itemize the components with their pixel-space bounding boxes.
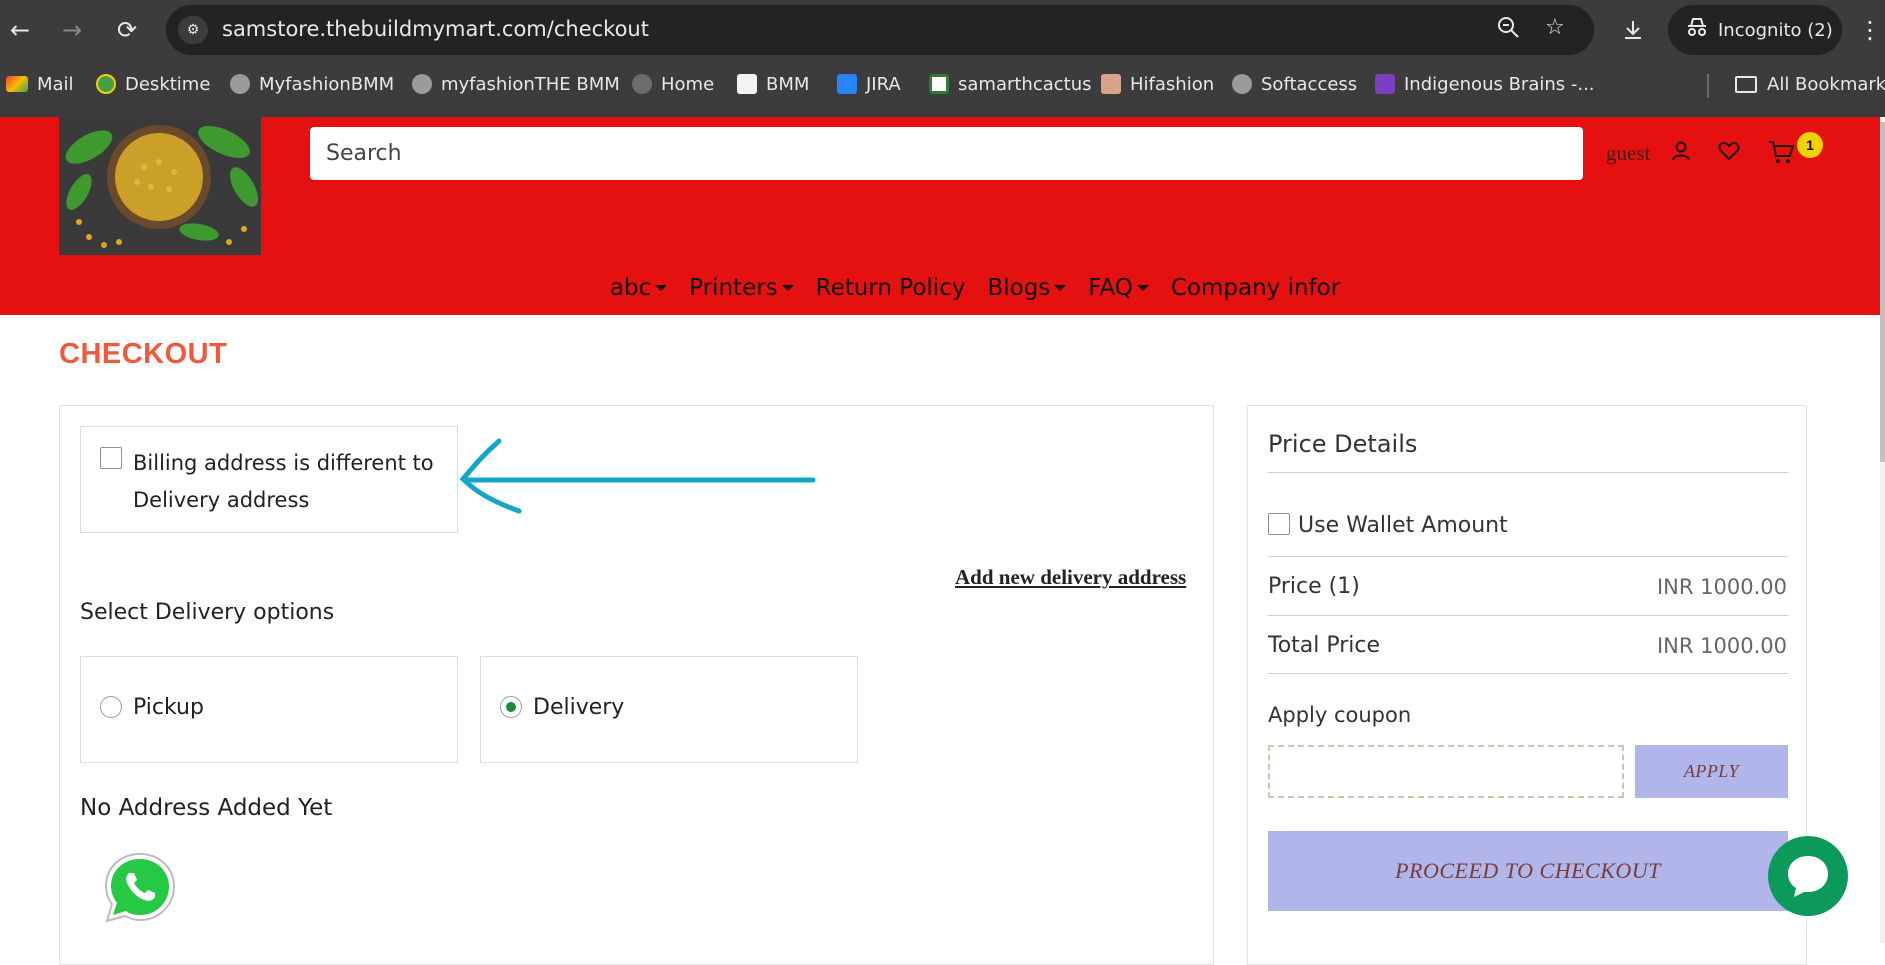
pickup-label[interactable]: Pickup <box>133 695 204 720</box>
user-icon[interactable] <box>1670 140 1692 167</box>
price-label: Price (1) <box>1268 574 1360 599</box>
bookmark-home[interactable]: Home <box>632 72 714 96</box>
bookmark-desktime[interactable]: Desktime <box>96 72 210 96</box>
jira-icon <box>837 74 857 94</box>
wishlist-heart-icon[interactable] <box>1718 140 1740 167</box>
globe-icon <box>1232 74 1252 94</box>
coupon-input[interactable] <box>1270 747 1622 796</box>
cart-icon[interactable] <box>1768 140 1796 169</box>
total-price-value: INR 1000.00 <box>1656 634 1787 658</box>
delivery-options-heading: Select Delivery options <box>80 600 335 625</box>
desktime-icon <box>96 74 116 94</box>
url-text[interactable]: samstore.thebuildmymart.com/checkout <box>222 17 649 41</box>
nav-blogs[interactable]: Blogs <box>987 270 1067 306</box>
back-icon[interactable]: ← <box>3 13 37 47</box>
billing-different-label[interactable]: Billing address is different to Delivery… <box>133 445 443 519</box>
cart-count-badge: 1 <box>1797 132 1823 158</box>
site-info-icon[interactable]: ⚙ <box>178 16 208 44</box>
caret-down-icon <box>1136 285 1149 291</box>
address-bar[interactable]: ⚙ samstore.thebuildmymart.com/checkout ☆ <box>166 5 1594 55</box>
caret-down-icon <box>655 285 668 291</box>
bookmark-bmm[interactable]: BMM <box>737 72 809 96</box>
delivery-label[interactable]: Delivery <box>533 695 624 720</box>
no-address-message: No Address Added Yet <box>80 795 333 821</box>
annotation-arrow-icon <box>459 438 816 514</box>
globe-icon <box>632 74 652 94</box>
nav-printers[interactable]: Printers <box>689 270 794 306</box>
whatsapp-icon[interactable] <box>100 848 180 928</box>
bookmark-indigenous-brains[interactable]: Indigenous Brains -... <box>1375 72 1595 96</box>
proceed-to-checkout-button[interactable]: PROCEED TO CHECKOUT <box>1268 831 1788 911</box>
delivery-radio[interactable] <box>500 696 522 718</box>
hifashion-icon <box>1101 74 1121 94</box>
live-chat-button[interactable] <box>1768 836 1848 916</box>
download-icon[interactable] <box>1616 13 1650 47</box>
billing-different-checkbox[interactable] <box>100 447 122 469</box>
search-bar[interactable] <box>310 127 1583 180</box>
bookmark-myfashionthe-bmm[interactable]: myfashionTHE BMM <box>412 72 620 96</box>
scrollbar-thumb[interactable] <box>1880 122 1885 462</box>
divider <box>1268 673 1788 674</box>
page-title: CHECKOUT <box>59 338 228 370</box>
forward-icon[interactable]: → <box>55 13 89 47</box>
browser-toolbar: ← → ⟳ ⚙ samstore.thebuildmymart.com/chec… <box>0 0 1885 60</box>
main-navigation: abc Printers Return Policy Blogs FAQ Com… <box>0 270 1880 306</box>
bookmark-separator <box>1707 74 1709 98</box>
bookmark-hifashion[interactable]: Hifashion <box>1101 72 1214 96</box>
bookmark-myfashionbmm[interactable]: MyfashionBMM <box>230 72 394 96</box>
use-wallet-label[interactable]: Use Wallet Amount <box>1298 513 1508 538</box>
star-icon[interactable]: ☆ <box>1545 15 1565 40</box>
indigenous-icon <box>1375 74 1395 94</box>
divider <box>1268 615 1788 616</box>
divider <box>1268 472 1788 473</box>
bookmark-samarthcactus[interactable]: samarthcactus <box>929 72 1092 96</box>
nav-company-infor[interactable]: Company infor <box>1171 270 1340 306</box>
user-name[interactable]: guest <box>1606 141 1650 166</box>
price-details-title: Price Details <box>1268 430 1418 458</box>
add-delivery-address-link[interactable]: Add new delivery address <box>955 565 1186 590</box>
incognito-label: Incognito (2) <box>1718 19 1833 41</box>
cactus-icon <box>929 74 949 94</box>
use-wallet-checkbox[interactable] <box>1268 513 1290 535</box>
apply-coupon-button[interactable]: APPLY <box>1635 745 1788 798</box>
nav-return-policy[interactable]: Return Policy <box>816 270 966 306</box>
bookmark-mail[interactable]: Mail <box>6 72 74 96</box>
nav-faq[interactable]: FAQ <box>1088 270 1149 306</box>
incognito-icon <box>1686 17 1708 42</box>
menu-dots-icon[interactable]: ⋮ <box>1858 13 1882 47</box>
bookmarks-bar: Mail Desktime MyfashionBMM myfashionTHE … <box>0 64 1885 104</box>
total-price-label: Total Price <box>1268 633 1381 658</box>
incognito-indicator[interactable]: Incognito (2) <box>1668 5 1842 55</box>
globe-icon <box>230 74 250 94</box>
price-value: INR 1000.00 <box>1656 575 1787 599</box>
bookmark-jira[interactable]: JIRA <box>837 72 901 96</box>
reload-icon[interactable]: ⟳ <box>110 13 144 47</box>
divider <box>1268 556 1788 557</box>
apply-coupon-label: Apply coupon <box>1268 703 1412 727</box>
store-logo[interactable] <box>59 117 261 255</box>
search-input[interactable] <box>310 127 1583 180</box>
coupon-code-field[interactable] <box>1268 745 1624 798</box>
caret-down-icon <box>1054 285 1067 291</box>
folder-icon <box>1735 75 1757 93</box>
bmm-icon <box>737 74 757 94</box>
nav-abc[interactable]: abc <box>610 270 668 306</box>
bookmark-softaccess[interactable]: Softaccess <box>1232 72 1357 96</box>
pickup-radio[interactable] <box>100 696 122 718</box>
gmail-icon <box>6 76 28 92</box>
caret-down-icon <box>781 285 794 291</box>
globe-icon <box>412 74 432 94</box>
chat-icon <box>1788 856 1828 897</box>
all-bookmarks-button[interactable]: All Bookmarks <box>1735 72 1885 96</box>
zoom-icon[interactable] <box>1496 15 1520 45</box>
